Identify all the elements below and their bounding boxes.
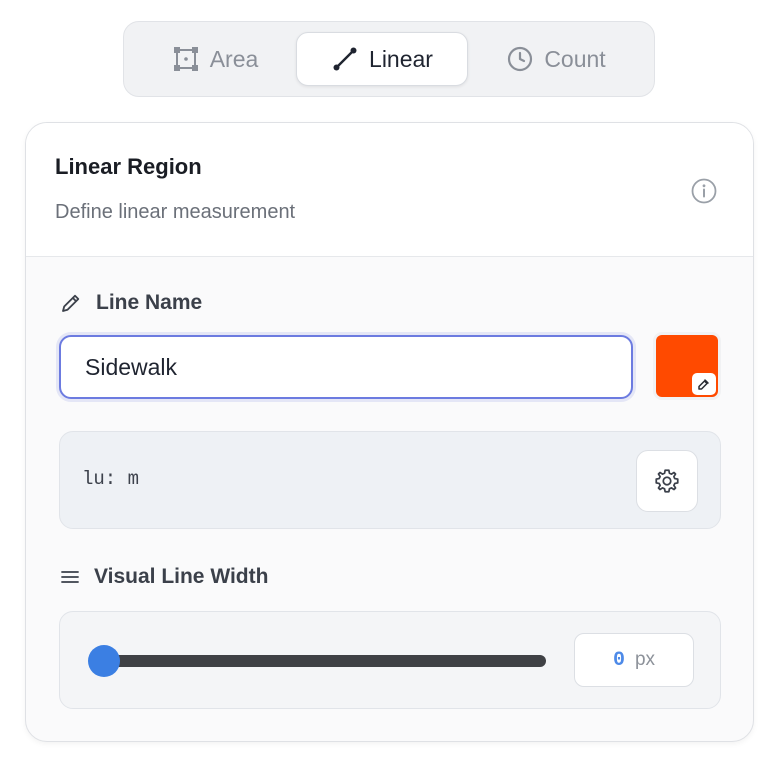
info-icon[interactable] — [690, 177, 718, 205]
panel-header: Linear Region Define linear measurement — [26, 123, 753, 257]
tab-count-label: Count — [544, 45, 606, 72]
line-color-swatch[interactable] — [656, 335, 718, 397]
line-width-label-text: Visual Line Width — [94, 565, 269, 588]
tab-linear-label: Linear — [369, 45, 433, 72]
tab-area-label: Area — [209, 45, 259, 72]
panel-subtitle: Define linear measurement — [55, 201, 296, 223]
line-name-input[interactable] — [59, 335, 633, 399]
tab-area[interactable]: Area — [134, 32, 296, 86]
line-width-control: 0 px — [59, 611, 721, 709]
line-width-value-box[interactable]: 0 px — [574, 633, 694, 687]
line-name-label: Line Name — [60, 291, 202, 315]
units-value: lu: m — [82, 468, 140, 490]
tab-count[interactable]: Count — [470, 32, 642, 86]
clock-icon — [508, 46, 533, 72]
eyedropper-icon — [698, 379, 709, 390]
line-width-value: 0 — [612, 648, 625, 672]
linear-region-panel: Linear Region Define linear measurement … — [25, 122, 754, 742]
tab-linear[interactable]: Linear — [296, 32, 468, 86]
line-width-unit: px — [634, 649, 656, 670]
line-icon — [333, 47, 357, 71]
panel-title: Linear Region — [55, 154, 202, 179]
unit-settings-button[interactable] — [636, 450, 698, 512]
line-width-label: Visual Line Width — [60, 565, 268, 589]
pencil-icon — [62, 294, 80, 312]
measurement-type-tabs: Area Linear Count — [123, 21, 655, 97]
units-row: lu: m — [59, 431, 721, 529]
gear-icon — [655, 469, 679, 493]
line-width-slider-track[interactable] — [104, 655, 546, 667]
line-width-slider-thumb[interactable] — [88, 645, 120, 677]
line-name-label-text: Line Name — [96, 291, 203, 314]
color-picker-badge — [692, 373, 716, 395]
area-select-icon — [173, 47, 198, 71]
menu-lines-icon — [61, 571, 79, 583]
